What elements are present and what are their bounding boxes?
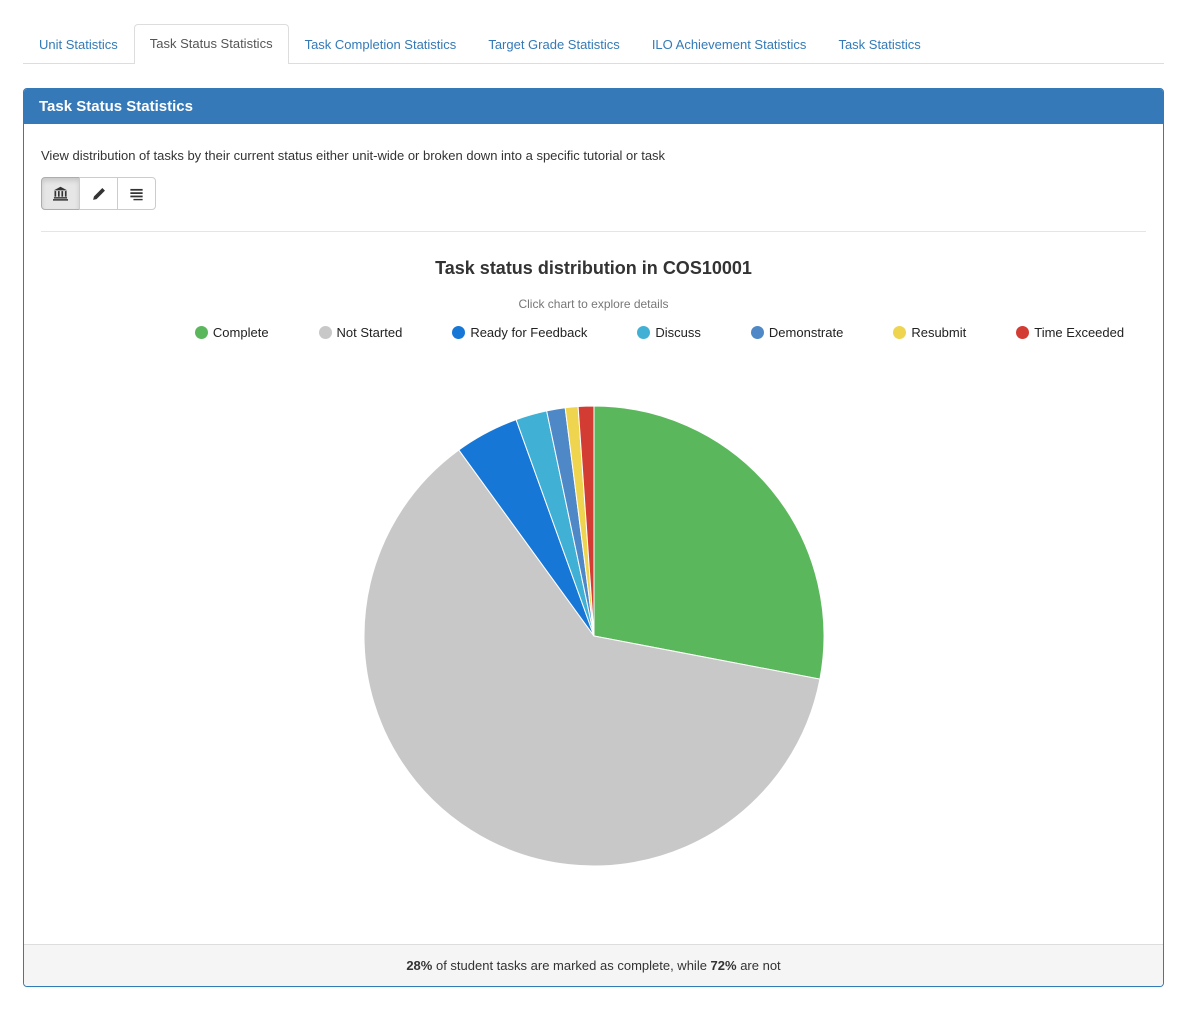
legend-swatch-complete [194, 326, 208, 340]
tab-task-status-statistics[interactable]: Task Status Statistics [133, 24, 289, 65]
pie-chart [41, 404, 1146, 944]
legend-label: Discuss [655, 325, 701, 341]
legend-label: Resubmit [911, 325, 967, 341]
summary-text-2: are not [736, 958, 781, 974]
summary-complete-percent: 28% [406, 958, 433, 974]
tab-target-grade-statistics[interactable]: Target Grade Statistics [472, 25, 636, 64]
legend-label: Ready for Feedback [470, 325, 588, 341]
tab-bar: Unit Statistics Task Status Statistics T… [23, 24, 1164, 65]
pencil-icon [92, 188, 105, 200]
legend-item-ready-for-feedback: Ready for Feedback [452, 325, 587, 340]
chart-title-unit-code: COS10001 [662, 258, 752, 279]
legend-swatch-time-exceeded [1016, 326, 1030, 340]
panel-body: View distribution of tasks by their curr… [24, 124, 1163, 944]
summary-incomplete-percent: 72% [710, 958, 737, 974]
legend-item-resubmit: Resubmit [893, 325, 966, 340]
legend-item-complete: Complete [194, 325, 269, 341]
legend-label: Demonstrate [768, 325, 844, 341]
panel-description: View distribution of tasks by their curr… [41, 148, 666, 164]
unit-wide-button[interactable] [41, 177, 80, 211]
task-list-icon [130, 188, 143, 201]
legend-label: Complete [212, 325, 269, 341]
chart-title: Task status distribution in COS10001 [41, 258, 1146, 279]
task-button[interactable] [117, 177, 156, 211]
panel-title: Task Status Statistics [24, 89, 1163, 125]
legend-swatch-not-started [318, 326, 332, 340]
tab-task-statistics[interactable]: Task Statistics [822, 25, 936, 64]
chart-subtitle: Click chart to explore details [518, 297, 669, 312]
tutorial-button[interactable] [79, 177, 118, 211]
scope-button-group [41, 177, 156, 211]
pie-slice-complete[interactable] [593, 405, 824, 681]
legend-item-demonstrate: Demonstrate [750, 325, 844, 341]
legend-item-not-started: Not Started [318, 325, 403, 341]
legend-label: Not Started [336, 325, 403, 341]
summary-footer: 28% of student tasks are marked as compl… [24, 944, 1163, 987]
chart-legend: Complete Not Started Ready for Feedback Dis… [107, 325, 1187, 340]
tab-unit-statistics[interactable]: Unit Statistics [23, 25, 134, 64]
legend-label: Time Exceeded [1034, 325, 1125, 341]
task-status-statistics-panel: Task Status Statistics View distribution… [23, 88, 1164, 988]
page: Unit Statistics Task Status Statistics T… [0, 24, 1187, 1033]
tab-task-completion-statistics[interactable]: Task Completion Statistics [289, 25, 473, 64]
legend-swatch-discuss [637, 326, 651, 340]
legend-item-discuss: Discuss [637, 325, 701, 340]
chart-title-prefix: Task status distribution in [435, 258, 663, 279]
summary-text-1: of student tasks are marked as complete,… [432, 958, 711, 974]
legend-swatch-resubmit [893, 326, 907, 340]
bank-icon [53, 187, 68, 202]
legend-swatch-ready-for-feedback [452, 326, 466, 340]
legend-item-time-exceeded: Time Exceeded [1016, 325, 1124, 340]
legend-swatch-demonstrate [750, 326, 764, 340]
divider [41, 231, 1146, 233]
tab-ilo-achievement-statistics[interactable]: ILO Achievement Statistics [636, 25, 823, 64]
